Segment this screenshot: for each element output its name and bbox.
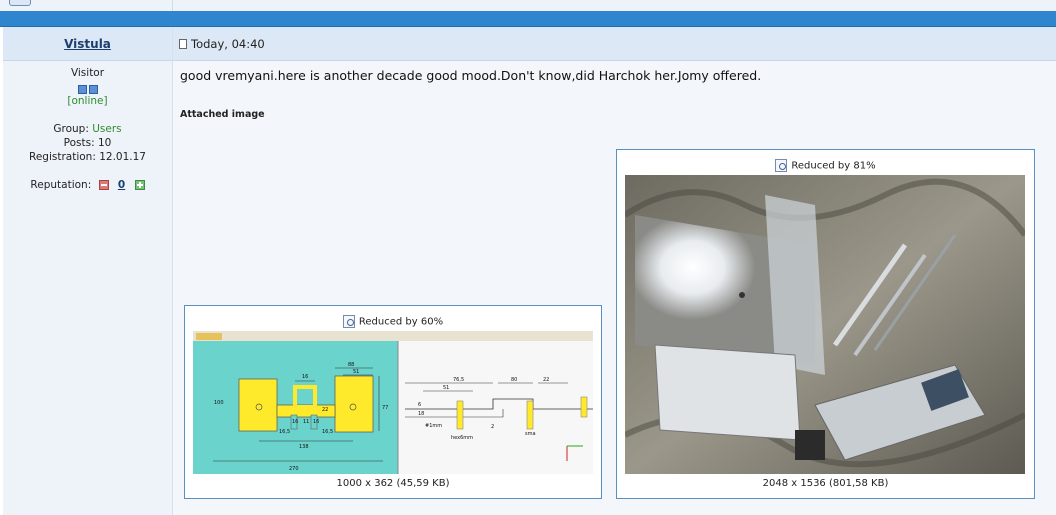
dim-138: 138 bbox=[299, 444, 309, 450]
attached-label: Attached image bbox=[180, 109, 265, 120]
dim-sma: sma bbox=[525, 431, 536, 437]
drawing-thumbnail[interactable]: 88 51 16 22 16 11 16 16,5 16,5 100 77 13… bbox=[193, 331, 593, 474]
dim-165b: 16,5 bbox=[322, 429, 333, 435]
dim-765: 76,5 bbox=[453, 377, 464, 383]
dim-270: 270 bbox=[289, 466, 299, 472]
online-status: [online] bbox=[67, 95, 108, 107]
zoom-icon bbox=[342, 315, 355, 328]
rank-pip-icon bbox=[88, 84, 98, 94]
dim-22: 22 bbox=[322, 407, 328, 413]
rank-pips bbox=[3, 83, 172, 95]
attachment-1-caption-text: Reduced by 60% bbox=[358, 316, 444, 328]
attachment-2-caption: Reduced by 81% bbox=[617, 159, 1034, 172]
attachment-2-caption-text: Reduced by 81% bbox=[791, 160, 876, 172]
profile-header: Vistula bbox=[3, 27, 172, 61]
author-link[interactable]: Vistula bbox=[3, 37, 172, 51]
attachment-2[interactable]: Reduced by 81% 2048 x 1536 (801,58 KB) bbox=[616, 149, 1035, 499]
group-label: Group: bbox=[53, 123, 89, 135]
registration-date: Registration: 12.01.17 bbox=[29, 151, 146, 163]
dim-80: 80 bbox=[511, 377, 517, 383]
post-header-bar bbox=[0, 11, 1056, 27]
attachment-1-size: 1000 x 362 (45,59 KB) bbox=[336, 478, 450, 489]
reputation-minus-icon[interactable] bbox=[98, 180, 109, 190]
dim-22b: 22 bbox=[543, 377, 549, 383]
attachment-2-size: 2048 x 1536 (801,58 KB) bbox=[762, 478, 889, 489]
dim-51: 51 bbox=[353, 369, 359, 375]
button-icon[interactable] bbox=[9, 0, 31, 6]
reputation-value[interactable]: 0 bbox=[118, 179, 125, 191]
attachment-1-caption: Reduced by 60% bbox=[185, 315, 601, 328]
dim-165a: 16,5 bbox=[279, 429, 290, 435]
dim-16a: 16 bbox=[302, 374, 308, 380]
post-icon[interactable] bbox=[179, 39, 187, 49]
dim-2: 2 bbox=[491, 424, 494, 430]
dim-1mm: #1mm bbox=[425, 423, 442, 429]
post-count: Posts: 10 bbox=[63, 137, 112, 149]
group-value: Users bbox=[92, 123, 122, 135]
reputation: Reputation: 0 bbox=[3, 179, 172, 191]
dim-16c: 16 bbox=[313, 419, 319, 425]
dim-11: 11 bbox=[303, 419, 309, 425]
reputation-label: Reputation: bbox=[30, 179, 92, 191]
dim-16b: 16 bbox=[292, 419, 298, 425]
top-strip bbox=[0, 0, 1056, 11]
zoom-icon bbox=[775, 159, 788, 172]
user-group: Group: Users bbox=[3, 123, 172, 135]
dim-51b: 51 bbox=[443, 385, 449, 391]
post-date-header: Today, 04:40 bbox=[173, 27, 1056, 61]
post-message: good vremyani.here is another decade goo… bbox=[180, 68, 762, 83]
drawing-toolbar-icon bbox=[196, 333, 222, 340]
attachment-1[interactable]: Reduced by 60% 88 51 16 22 16 11 16 16,5… bbox=[184, 305, 602, 499]
dim-6: 6 bbox=[418, 402, 421, 408]
reputation-plus-icon[interactable] bbox=[134, 180, 145, 190]
rank-pip-icon bbox=[77, 84, 87, 94]
dim-88: 88 bbox=[348, 362, 354, 368]
post-date: Today, 04:40 bbox=[191, 37, 265, 51]
dim-18: 18 bbox=[418, 411, 424, 417]
dim-77: 77 bbox=[382, 405, 388, 411]
profile-column: Vistula Visitor [online] Group: Users Po… bbox=[3, 27, 173, 515]
user-rank: Visitor bbox=[70, 67, 105, 79]
photo-thumbnail[interactable] bbox=[625, 175, 1025, 474]
top-strip-cell bbox=[0, 0, 173, 11]
dim-100: 100 bbox=[214, 400, 224, 406]
dim-hex: hex6mm bbox=[451, 435, 473, 441]
